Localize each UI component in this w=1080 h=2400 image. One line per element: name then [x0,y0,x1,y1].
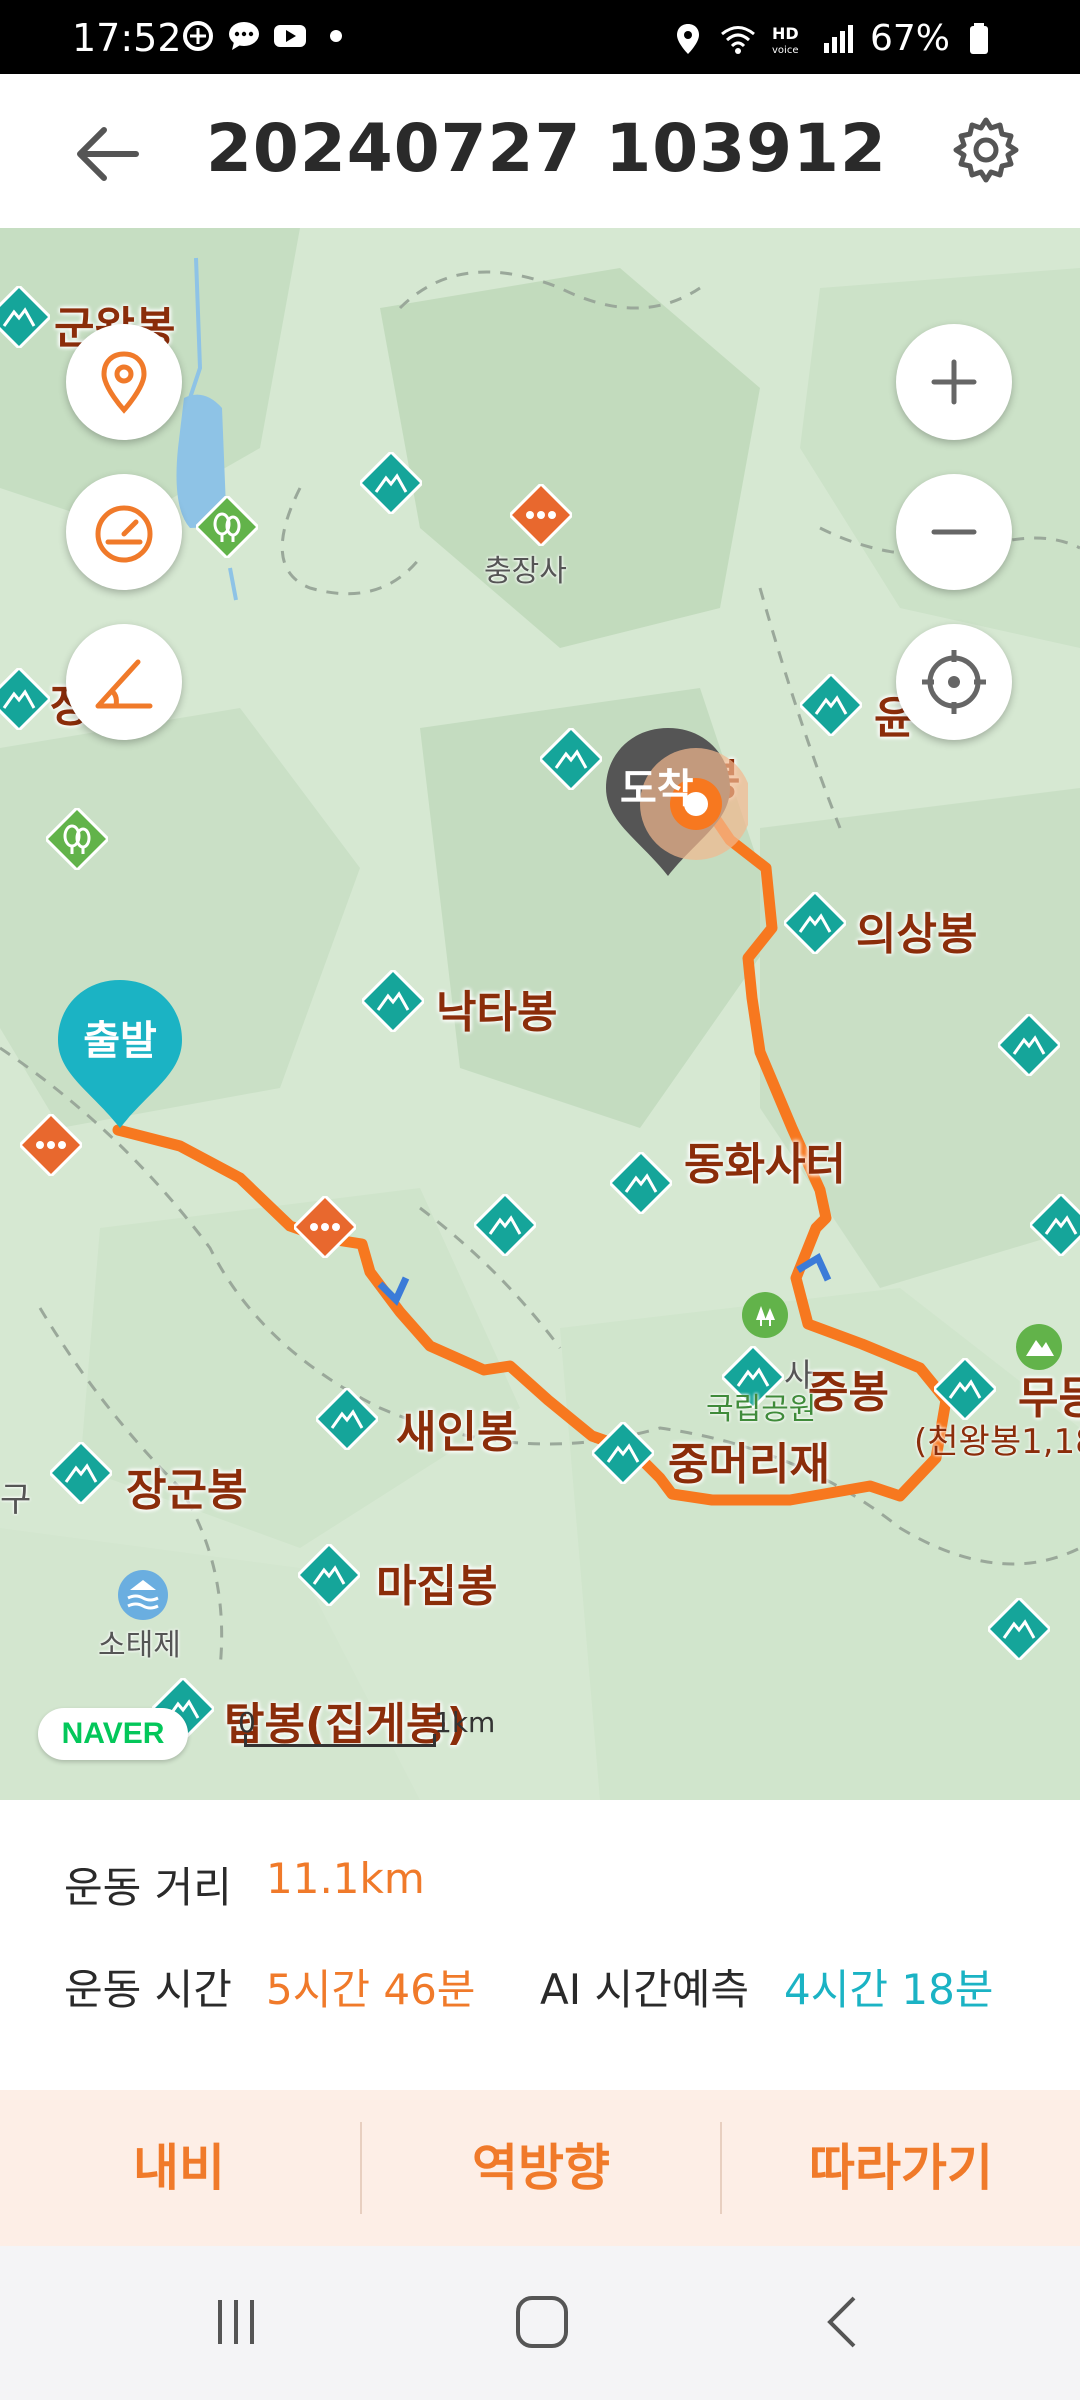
place-naktabong: 낙타봉 [436,987,558,1038]
mountain-marker[interactable] [316,1388,378,1450]
elevation-icon [95,659,153,709]
place-chungjangsa: 충장사 [484,554,567,589]
reverse-button[interactable]: 역방향 [362,2090,720,2246]
place-jungbong: 중봉 [808,1367,889,1418]
location-pin-button[interactable] [66,324,182,440]
zoom-in-icon [931,359,977,405]
place-gu: 구 [0,1480,32,1520]
ai-time-value: 4시간 18분 [784,1965,994,2014]
map-view[interactable]: 군왕봉 충장사 장 윤 봉 의상봉 낙타봉 동화사터 사 중봉 국립공원 무등 … [0,228,1080,1800]
follow-button[interactable]: 따라가기 [722,2090,1080,2246]
place-jungmeorijae: 중머리재 [668,1439,830,1490]
dot-icon [330,30,342,42]
mountain-marker[interactable] [298,1544,360,1606]
status-time: 17:52 [72,16,182,60]
place-national-park: 국립공원 [706,1392,817,1427]
mountain-marker[interactable] [362,970,424,1032]
mountain-marker[interactable] [360,452,422,514]
chat-bubble-icon [229,22,259,50]
place-janggunbong: 장군봉 [126,1465,248,1516]
recents-icon[interactable] [206,2292,266,2352]
place-saeinbong: 새인봉 [396,1407,518,1458]
svg-text:voice: voice [772,45,798,56]
gear-icon [953,117,1019,183]
home-icon[interactable] [510,2290,574,2354]
my-location-icon [922,650,986,714]
time-label: 운동 시간 [64,1965,232,2014]
settings-button[interactable] [950,114,1022,186]
mountain-marker[interactable] [1030,1194,1080,1256]
zoom-out-button[interactable] [896,474,1012,590]
zoom-out-icon [931,529,977,535]
zoom-in-button[interactable] [896,324,1012,440]
ai-time-label: AI 시간예측 [540,1965,750,2014]
mountain-marker[interactable] [540,728,602,790]
reservoir-icon [118,1570,168,1620]
battery-percent: 67% [869,18,950,59]
signal-icon [823,24,853,53]
mountain-marker[interactable] [998,1014,1060,1076]
location-pin-icon [101,351,147,414]
time-value: 5시간 46분 [266,1965,476,2014]
action-bar: 내비 역방향 따라가기 [0,2090,1080,2246]
naver-logo: NAVER [38,1708,188,1760]
mountain-marker[interactable] [0,286,50,348]
navi-button[interactable]: 내비 [0,2090,358,2246]
poi-marker[interactable] [510,484,572,546]
park-icon [742,1292,788,1338]
place-cheonwangbong: (천왕봉1,18 [914,1422,1080,1462]
elevation-button[interactable] [66,624,182,740]
speedometer-button[interactable] [66,474,182,590]
map-scale: 0 1km [238,1706,495,1748]
speedometer-icon [95,505,153,563]
mountain-marker[interactable] [50,1442,112,1504]
arrow-left-icon [77,127,139,181]
hd-voice-icon: HD voice [772,24,799,56]
location-icon [676,23,699,54]
youtube-icon [274,25,306,47]
mountain-marker[interactable] [610,1152,672,1214]
end-marker-label: 도착 [620,766,694,812]
wifi-icon [721,25,755,54]
system-icons: HD voice 67% [670,18,1000,59]
app-header: 20240727 103912 [0,74,1080,228]
strava-icon [183,21,213,51]
forest-marker[interactable] [46,808,108,870]
forest-marker[interactable] [196,496,258,558]
back-button[interactable] [72,118,144,190]
poi-marker[interactable] [294,1196,356,1258]
place-uisangbong: 의상봉 [856,909,978,960]
place-donghwasateo: 동화사터 [684,1139,846,1190]
status-bar: 17:52 HD voice 67% [0,0,1080,74]
mountain-marker[interactable] [592,1422,654,1484]
scale-unit: 1km [434,1706,496,1739]
system-nav-bar [0,2246,1080,2400]
battery-icon [970,22,988,54]
place-majipbong: 마집봉 [376,1561,498,1612]
mountain-marker[interactable] [934,1358,996,1420]
route-info-panel: 운동 거리 11.1km 운동 시간 5시간 46분 AI 시간예측 4시간 1… [0,1800,1080,2090]
back-icon[interactable] [814,2292,874,2352]
mountain-marker[interactable] [988,1598,1050,1660]
mountain-marker[interactable] [474,1194,536,1256]
svg-text:HD: HD [772,24,799,43]
place-sotaeje: 소태제 [98,1628,181,1663]
start-marker-label: 출발 [83,1018,157,1064]
mountain-marker[interactable] [0,668,50,730]
page-title: 20240727 103912 [206,110,887,187]
my-location-button[interactable] [896,624,1012,740]
notification-icons [180,18,354,54]
distance-value: 11.1km [266,1854,425,1903]
mountain-marker[interactable] [784,892,846,954]
mountain-marker[interactable] [800,674,862,736]
distance-label: 운동 거리 [64,1863,232,1912]
